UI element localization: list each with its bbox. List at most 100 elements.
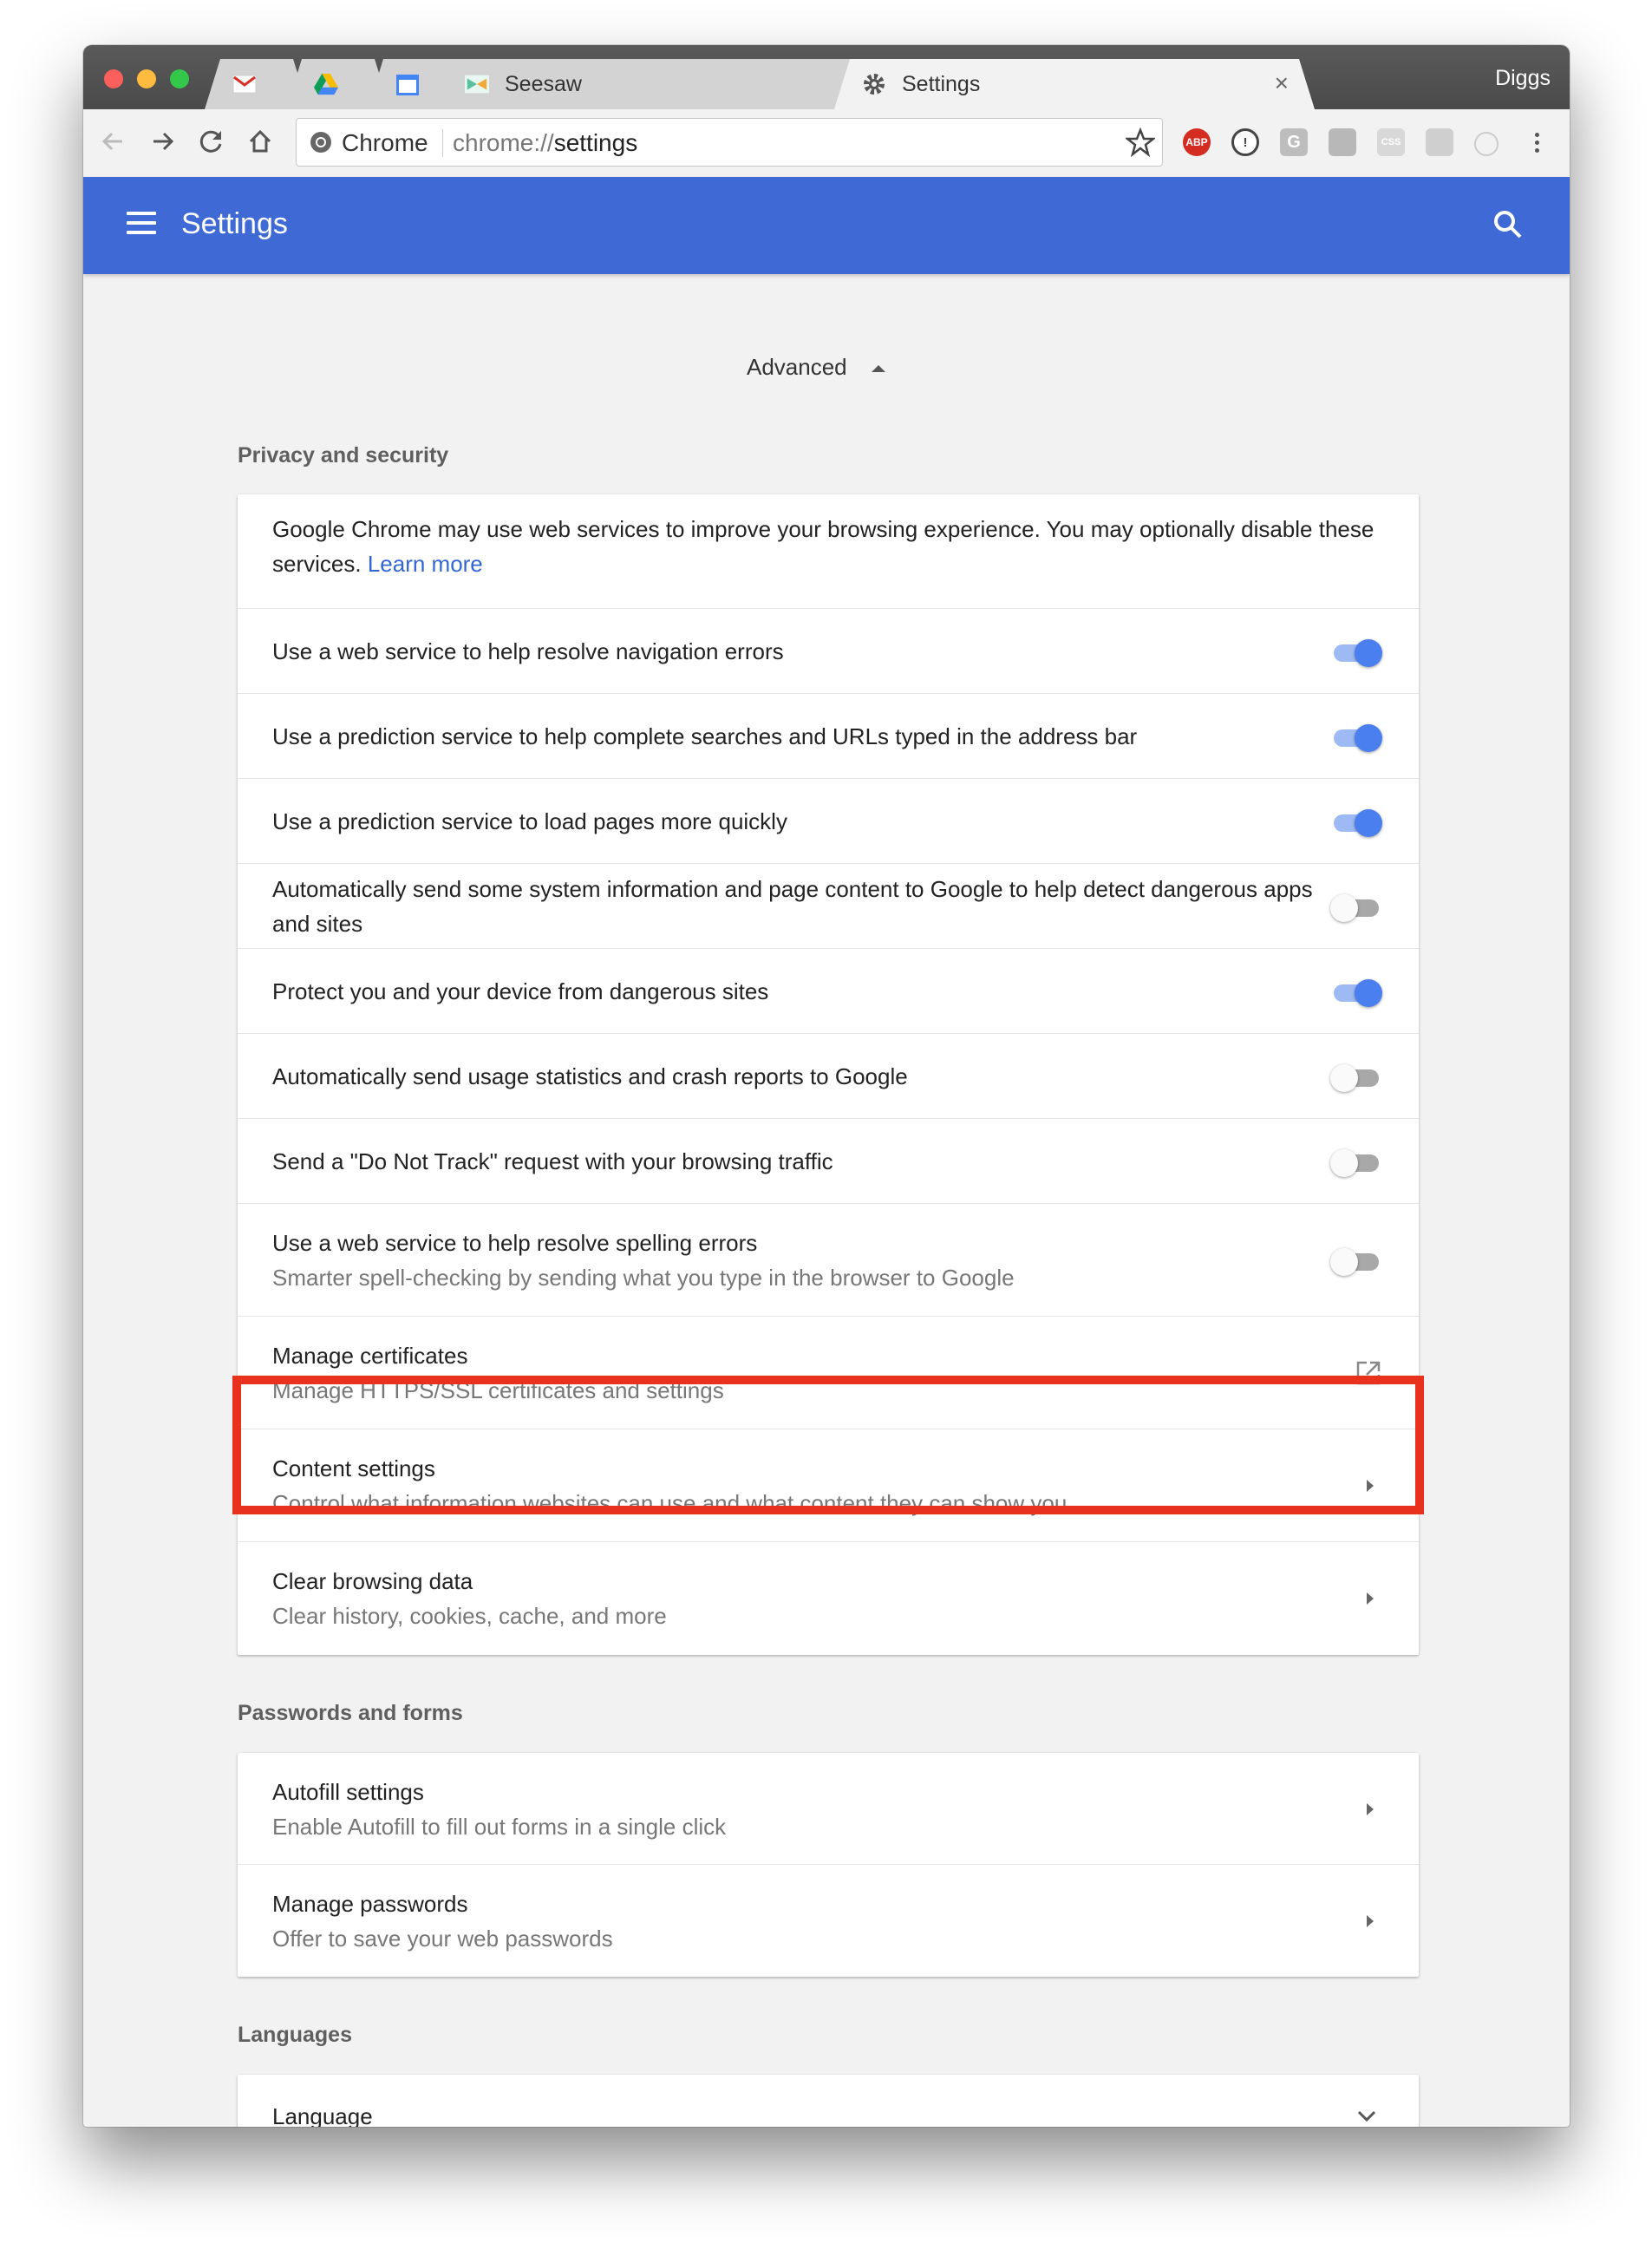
row-label: Manage passwords (272, 1891, 468, 1917)
profile-name[interactable]: Diggs (1495, 66, 1551, 91)
passwords-card: Autofill settings Enable Autofill to fil… (238, 1753, 1419, 1977)
toggle-row-page-prediction[interactable]: Use a prediction service to load pages m… (238, 779, 1419, 864)
toggle-row-dangerous-sites[interactable]: Protect you and your device from dangero… (238, 949, 1419, 1034)
row-sublabel: Manage HTTPS/SSL certificates and settin… (272, 1377, 724, 1403)
arrow-right-icon (1367, 1480, 1374, 1492)
toggle-switch[interactable] (1330, 978, 1382, 1007)
clear-browsing-data-row[interactable]: Clear browsing data Clear history, cooki… (238, 1542, 1419, 1655)
section-title-languages: Languages (238, 2023, 352, 2047)
browser-toolbar: Chrome chrome://settings ABP ! G CSS (83, 109, 1570, 178)
row-label: Use a web service to help resolve naviga… (272, 638, 784, 664)
row-label: Manage certificates (272, 1343, 468, 1369)
close-window-button[interactable] (104, 69, 123, 88)
gmail-icon (232, 72, 257, 96)
address-bar[interactable]: Chrome chrome://settings (296, 118, 1163, 167)
row-label: Autofill settings (272, 1779, 424, 1805)
toggle-row-search-prediction[interactable]: Use a prediction service to help complet… (238, 694, 1419, 779)
grammarly-extension-icon[interactable]: G (1280, 128, 1308, 156)
toggle-row-usage-statistics[interactable]: Automatically send usage statistics and … (238, 1034, 1419, 1119)
grammarly-label: G (1287, 132, 1301, 152)
autofill-settings-row[interactable]: Autofill settings Enable Autofill to fil… (238, 1753, 1419, 1865)
1password-extension-icon[interactable]: ! (1231, 128, 1259, 156)
learn-more-link[interactable]: Learn more (368, 551, 483, 577)
toggle-switch[interactable] (1330, 893, 1382, 922)
gear-icon (862, 72, 886, 96)
row-sublabel: Clear history, cookies, cache, and more (272, 1603, 667, 1629)
google-drive-icon (314, 72, 338, 96)
row-sublabel: Control what information websites can us… (272, 1490, 1068, 1516)
circle-extension-icon[interactable] (1474, 132, 1499, 156)
row-label: Automatically send usage statistics and … (272, 1063, 908, 1089)
maximize-window-button[interactable] (170, 69, 189, 88)
row-label: Automatically send some system informati… (272, 876, 1313, 937)
forward-arrow-icon (153, 132, 174, 151)
tab-settings[interactable]: Settings × (834, 59, 1315, 109)
row-label: Protect you and your device from dangero… (272, 978, 769, 1004)
back-button[interactable] (95, 124, 130, 159)
privacy-intro: Google Chrome may use web services to im… (272, 512, 1384, 581)
toggle-switch[interactable] (1330, 1148, 1382, 1177)
external-link-icon (1356, 1361, 1381, 1385)
css-label: CSS (1381, 137, 1401, 147)
settings-content: Advanced Privacy and security Google Chr… (83, 274, 1570, 2127)
row-label: Send a "Do Not Track" request with your … (272, 1148, 833, 1174)
toggle-row-spelling-errors[interactable]: Use a web service to help resolve spelli… (238, 1204, 1419, 1317)
languages-card: Language (238, 2075, 1419, 2127)
tab-title: Seesaw (505, 71, 582, 96)
tab-title: Settings (902, 71, 981, 96)
hamburger-menu-icon[interactable] (127, 212, 156, 238)
forward-button[interactable] (146, 124, 180, 159)
toggle-switch[interactable] (1330, 723, 1382, 752)
section-title-privacy: Privacy and security (238, 443, 449, 468)
omnibox-url[interactable]: chrome://settings (453, 129, 637, 157)
chrome-menu-icon[interactable] (1523, 128, 1551, 156)
settings-header: Settings (83, 177, 1570, 274)
privacy-intro-row: Google Chrome may use web services to im… (238, 494, 1419, 609)
arrow-right-icon (1367, 1915, 1374, 1927)
adblock-label: ABP (1185, 136, 1208, 148)
adblock-extension-icon[interactable]: ABP (1183, 128, 1211, 156)
row-sublabel: Offer to save your web passwords (272, 1926, 613, 1952)
chrome-icon (310, 132, 331, 153)
content-settings-row[interactable]: Content settings Control what informatio… (238, 1429, 1419, 1542)
manage-certificates-row[interactable]: Manage certificates Manage HTTPS/SSL cer… (238, 1317, 1419, 1429)
evernote-extension-icon[interactable] (1329, 128, 1356, 156)
seesaw-icon (465, 72, 489, 96)
toggle-switch[interactable] (1330, 808, 1382, 837)
close-tab-icon[interactable]: × (1275, 71, 1289, 95)
caret-up-icon (871, 364, 885, 372)
search-icon[interactable] (1492, 208, 1525, 241)
css-extension-icon[interactable]: CSS (1377, 128, 1405, 156)
browser-window: Seesaw × Settings × Diggs Chrome (83, 45, 1570, 2127)
url-host: settings (553, 129, 638, 156)
toggle-switch[interactable] (1330, 1063, 1382, 1092)
chevron-down-icon (1357, 2110, 1376, 2122)
manage-passwords-row[interactable]: Manage passwords Offer to save your web … (238, 1865, 1419, 1977)
toggle-row-safe-browsing-reports[interactable]: Automatically send some system informati… (238, 864, 1419, 949)
1password-label: ! (1243, 134, 1248, 150)
row-label: Use a prediction service to load pages m… (272, 808, 787, 834)
bookmark-star-icon[interactable] (1126, 128, 1155, 157)
arrow-right-icon (1367, 1803, 1374, 1815)
reload-button[interactable] (194, 124, 229, 159)
language-row[interactable]: Language (238, 2075, 1419, 2127)
toggle-row-do-not-track[interactable]: Send a "Do Not Track" request with your … (238, 1119, 1419, 1204)
rss-extension-icon[interactable] (1426, 128, 1453, 156)
toggle-switch[interactable] (1330, 638, 1382, 667)
reload-icon (199, 130, 222, 153)
advanced-label: Advanced (747, 354, 847, 380)
omnibox-chip: Chrome (342, 129, 428, 156)
row-label: Clear browsing data (272, 1568, 473, 1594)
row-label: Use a prediction service to help complet… (272, 723, 1138, 749)
minimize-window-button[interactable] (137, 69, 156, 88)
advanced-toggle[interactable]: Advanced (747, 354, 885, 381)
page-title: Settings (181, 207, 288, 240)
row-label: Content settings (272, 1455, 435, 1481)
privacy-card: Google Chrome may use web services to im… (238, 494, 1419, 1655)
toggle-switch[interactable] (1330, 1246, 1382, 1276)
tab-strip: Seesaw × Settings × Diggs (83, 45, 1570, 109)
omnibox-separator (442, 129, 443, 157)
arrow-right-icon (1367, 1592, 1374, 1605)
toggle-row-navigation-errors[interactable]: Use a web service to help resolve naviga… (238, 609, 1419, 694)
home-button[interactable] (243, 124, 278, 159)
